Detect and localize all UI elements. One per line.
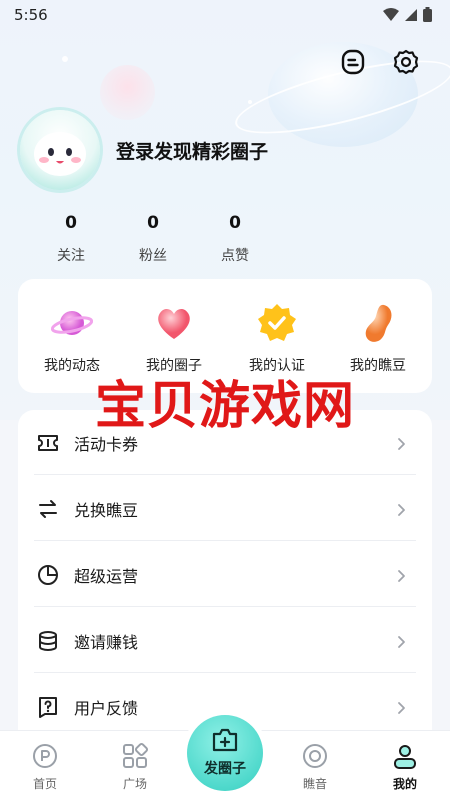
profile-icon xyxy=(390,741,420,771)
tab-square[interactable]: 广场 xyxy=(95,741,175,792)
avatar[interactable] xyxy=(20,110,100,190)
menu-item-invite-earn[interactable]: 邀请赚钱 xyxy=(18,608,432,674)
tab-sound[interactable]: 瞧音 xyxy=(275,741,355,792)
chevron-right-icon xyxy=(394,634,408,648)
stat-value: 0 xyxy=(65,213,77,233)
menu-item-label: 超级运营 xyxy=(74,567,139,586)
quick-action-my-verification[interactable]: 我的认证 xyxy=(229,301,325,375)
menu-item-super-operation[interactable]: 超级运营 xyxy=(18,542,432,608)
menu-divider xyxy=(34,540,416,541)
stat-value: 0 xyxy=(147,213,159,233)
camera-plus-icon xyxy=(211,727,239,757)
ticket-icon xyxy=(36,431,60,455)
pie-chart-icon xyxy=(36,563,60,587)
bean-icon xyxy=(356,301,400,345)
chevron-right-icon xyxy=(394,436,408,450)
status-bar: 5:56 xyxy=(0,0,450,32)
chevron-right-icon xyxy=(394,700,408,714)
battery-icon xyxy=(423,7,432,26)
decorative-star xyxy=(248,100,252,104)
quick-action-my-beans[interactable]: 我的瞧豆 xyxy=(330,301,426,375)
feedback-icon xyxy=(36,695,60,719)
post-circle-button[interactable]: 发圈子 xyxy=(187,715,263,791)
menu-item-coupons[interactable]: 活动卡券 xyxy=(18,410,432,476)
heart-icon xyxy=(152,301,196,345)
menu-card: 活动卡券 兑换瞧豆 超级运营 邀请赚钱 用户反馈 xyxy=(18,410,432,750)
menu-item-label: 兑换瞧豆 xyxy=(74,501,139,520)
fab-label: 发圈子 xyxy=(204,761,246,777)
quick-action-label: 我的认证 xyxy=(249,358,305,374)
message-icon xyxy=(339,48,367,80)
menu-item-label: 活动卡券 xyxy=(74,435,139,454)
stat-label: 关注 xyxy=(57,248,85,264)
settings-button[interactable] xyxy=(390,48,422,80)
sound-icon xyxy=(300,741,330,771)
coins-icon xyxy=(36,629,60,653)
menu-item-label: 邀请赚钱 xyxy=(74,633,139,652)
quick-action-my-circles[interactable]: 我的圈子 xyxy=(126,301,222,375)
stat-value: 0 xyxy=(229,213,241,233)
login-prompt[interactable]: 登录发现精彩圈子 xyxy=(116,137,268,164)
home-icon xyxy=(30,741,60,771)
stat-following[interactable]: 0 关注 xyxy=(30,213,112,265)
planet-icon xyxy=(50,301,94,345)
message-button[interactable] xyxy=(337,48,369,80)
quick-action-label: 我的瞧豆 xyxy=(350,358,406,374)
stat-label: 点赞 xyxy=(221,248,249,264)
tab-mine[interactable]: 我的 xyxy=(365,741,445,792)
tab-label: 我的 xyxy=(392,777,417,791)
menu-item-exchange-beans[interactable]: 兑换瞧豆 xyxy=(18,476,432,542)
wifi-icon xyxy=(383,7,399,26)
mascot-face-icon xyxy=(34,132,86,176)
stat-followers[interactable]: 0 粉丝 xyxy=(112,213,194,265)
status-time: 5:56 xyxy=(14,6,48,24)
decorative-star xyxy=(62,56,68,62)
grid-icon xyxy=(120,741,150,771)
signal-icon xyxy=(404,7,418,26)
tab-label: 瞧音 xyxy=(302,777,327,791)
tab-home[interactable]: 首页 xyxy=(5,741,85,792)
menu-divider xyxy=(34,606,416,607)
quick-actions-card: 我的动态 我的圈子 我的认证 我的瞧豆 xyxy=(18,279,432,393)
stat-likes[interactable]: 0 点赞 xyxy=(194,213,276,265)
quick-action-label: 我的圈子 xyxy=(146,358,202,374)
quick-action-label: 我的动态 xyxy=(44,358,100,374)
exchange-icon xyxy=(36,497,60,521)
menu-divider xyxy=(34,672,416,673)
chevron-right-icon xyxy=(394,568,408,582)
tab-label: 首页 xyxy=(32,777,57,791)
profile-stats: 0 关注 0 粉丝 0 点赞 xyxy=(30,213,276,265)
tab-label: 广场 xyxy=(122,777,147,791)
menu-item-label: 用户反馈 xyxy=(74,699,139,718)
menu-divider xyxy=(34,474,416,475)
verified-badge-icon xyxy=(255,301,299,345)
gear-icon xyxy=(392,48,420,80)
decorative-blob xyxy=(100,65,155,120)
quick-action-my-posts[interactable]: 我的动态 xyxy=(24,301,120,375)
chevron-right-icon xyxy=(394,502,408,516)
stat-label: 粉丝 xyxy=(139,248,167,264)
